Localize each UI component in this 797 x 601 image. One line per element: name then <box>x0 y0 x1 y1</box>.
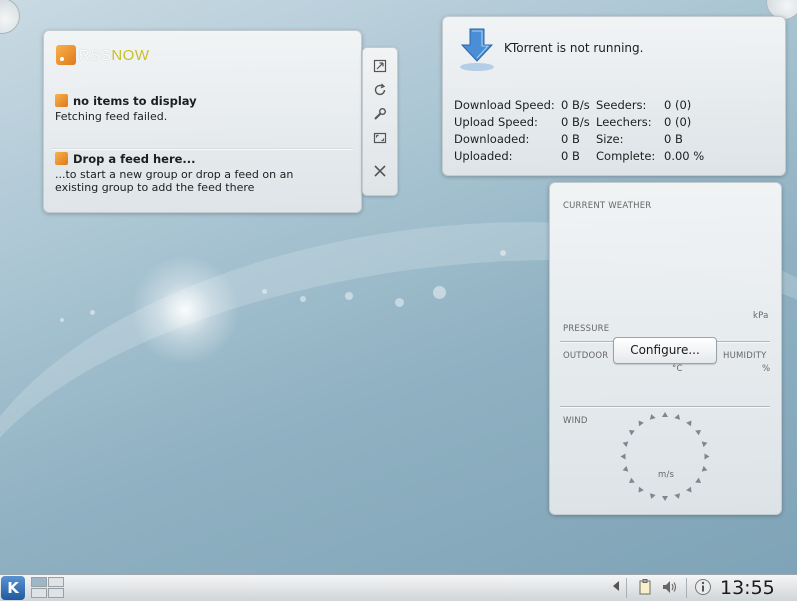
kde-menu-icon[interactable]: K <box>1 576 25 600</box>
weather-station-widget[interactable]: CURRENT WEATHER kPa PRESSURE OUTDOOR HUM… <box>549 182 782 515</box>
refresh-icon[interactable] <box>371 83 389 101</box>
compass-tick <box>627 427 635 436</box>
ktorrent-status: KTorrent is not running. <box>504 41 644 55</box>
compass-tick <box>620 453 626 460</box>
outdoor-label: OUTDOOR <box>563 351 609 361</box>
rss-icon <box>56 45 76 65</box>
stat-value: 0 B <box>561 132 580 146</box>
compass-tick <box>662 412 668 417</box>
stat-label: Uploaded: <box>454 149 513 163</box>
feed-icon <box>55 94 68 107</box>
compass-tick <box>674 493 682 500</box>
digital-clock[interactable]: 13:55 <box>720 575 775 601</box>
wrench-icon[interactable] <box>371 107 389 125</box>
compass-tick <box>627 477 635 486</box>
stat-value: 0 B <box>664 132 683 146</box>
divider-line <box>560 406 770 408</box>
drop-feed-body-line2: existing group to add the feed there <box>55 181 255 194</box>
humidity-label: HUMIDITY <box>723 351 767 361</box>
wallpaper-dot <box>395 298 404 307</box>
desktop-pager[interactable] <box>31 577 65 599</box>
stat-value: 0 (0) <box>664 98 692 112</box>
pager-desktop-2[interactable] <box>48 577 64 587</box>
info-icon[interactable] <box>693 578 713 598</box>
stat-value: 0 B <box>561 149 580 163</box>
wallpaper-dot <box>345 292 353 300</box>
compass-tick <box>636 486 645 495</box>
stat-label: Size: <box>596 132 624 146</box>
rssnow-widget[interactable]: RSSNOW no items to display Fetching feed… <box>43 30 362 213</box>
configure-button[interactable]: Configure... <box>613 337 717 364</box>
wallpaper-dot <box>262 289 267 294</box>
feed-item-title: no items to display <box>73 94 197 108</box>
stat-label: Download Speed: <box>454 98 555 112</box>
compass-tick <box>701 439 709 448</box>
stat-label: Seeders: <box>596 98 647 112</box>
pager-desktop-3[interactable] <box>31 588 47 598</box>
pressure-unit: kPa <box>753 311 769 321</box>
volume-icon[interactable] <box>660 578 680 598</box>
compass-tick <box>662 496 668 501</box>
ktorrent-widget[interactable]: KTorrent is not running. Download Speed:… <box>442 16 786 176</box>
wind-unit: m/s <box>658 470 675 480</box>
maximize-icon[interactable] <box>371 59 389 77</box>
taskbar-panel: K 13:55 <box>0 574 797 601</box>
logo-text-rss: RSS <box>79 46 112 64</box>
feed-item-body: Fetching feed failed. <box>55 110 168 123</box>
compass-tick <box>695 477 703 486</box>
stat-value: 0 (0) <box>664 115 692 129</box>
compass-tick <box>695 427 703 436</box>
logo-text-now: NOW <box>111 46 150 64</box>
wallpaper-dot <box>60 318 64 322</box>
wallpaper-dot <box>300 296 306 302</box>
current-weather-label: CURRENT WEATHER <box>563 201 652 211</box>
close-icon[interactable] <box>371 164 389 182</box>
tray-arrow-left-icon[interactable] <box>606 578 626 598</box>
compass-tick <box>621 439 629 448</box>
compass-tick <box>685 486 694 495</box>
feed-item[interactable]: no items to display Fetching feed failed… <box>55 94 197 123</box>
ktorrent-stats: Download Speed: 0 B/s Seeders: 0 (0) Upl… <box>454 98 744 164</box>
drop-feed-title: Drop a feed here... <box>73 152 196 166</box>
feed-separator <box>52 148 353 150</box>
compass-tick <box>621 465 629 474</box>
stat-label: Leechers: <box>596 115 652 129</box>
pager-desktop-1[interactable] <box>31 577 47 587</box>
stat-value: 0 B/s <box>561 115 590 129</box>
temperature-unit: °C <box>672 364 683 374</box>
wallpaper-dot <box>433 286 446 299</box>
compass-tick <box>648 493 656 500</box>
rssnow-logo: RSSNOW <box>56 45 150 65</box>
ktorrent-download-icon <box>457 27 497 73</box>
pressure-label: PRESSURE <box>563 324 610 334</box>
drop-feed-item[interactable]: Drop a feed here... ...to start a new gr… <box>55 152 293 194</box>
compass-tick <box>701 465 709 474</box>
compass-tick <box>704 453 710 460</box>
humidity-unit: % <box>762 364 771 374</box>
compass-tick <box>685 418 694 427</box>
wind-label: WIND <box>563 416 588 426</box>
tray-separator <box>686 578 687 598</box>
desktop-toolbox-left[interactable] <box>0 0 20 34</box>
stat-label: Complete: <box>596 149 656 163</box>
stat-label: Downloaded: <box>454 132 530 146</box>
stat-value: 0.00 % <box>664 149 705 163</box>
pager-desktop-4[interactable] <box>48 588 64 598</box>
compass-tick <box>674 413 682 420</box>
wallpaper-dot <box>500 250 506 256</box>
stat-value: 0 B/s <box>561 98 590 112</box>
compass-tick <box>648 413 656 420</box>
resize-icon[interactable] <box>371 131 389 149</box>
compass-tick <box>636 418 645 427</box>
feed-icon <box>55 152 68 165</box>
stat-label: Upload Speed: <box>454 115 538 129</box>
wallpaper-dot <box>90 310 95 315</box>
tray-separator <box>626 578 627 598</box>
applet-handle[interactable] <box>362 47 398 196</box>
drop-feed-body-line1: ...to start a new group or drop a feed o… <box>55 168 294 181</box>
clipboard-icon[interactable] <box>636 578 656 598</box>
wallpaper-glow <box>130 255 240 365</box>
